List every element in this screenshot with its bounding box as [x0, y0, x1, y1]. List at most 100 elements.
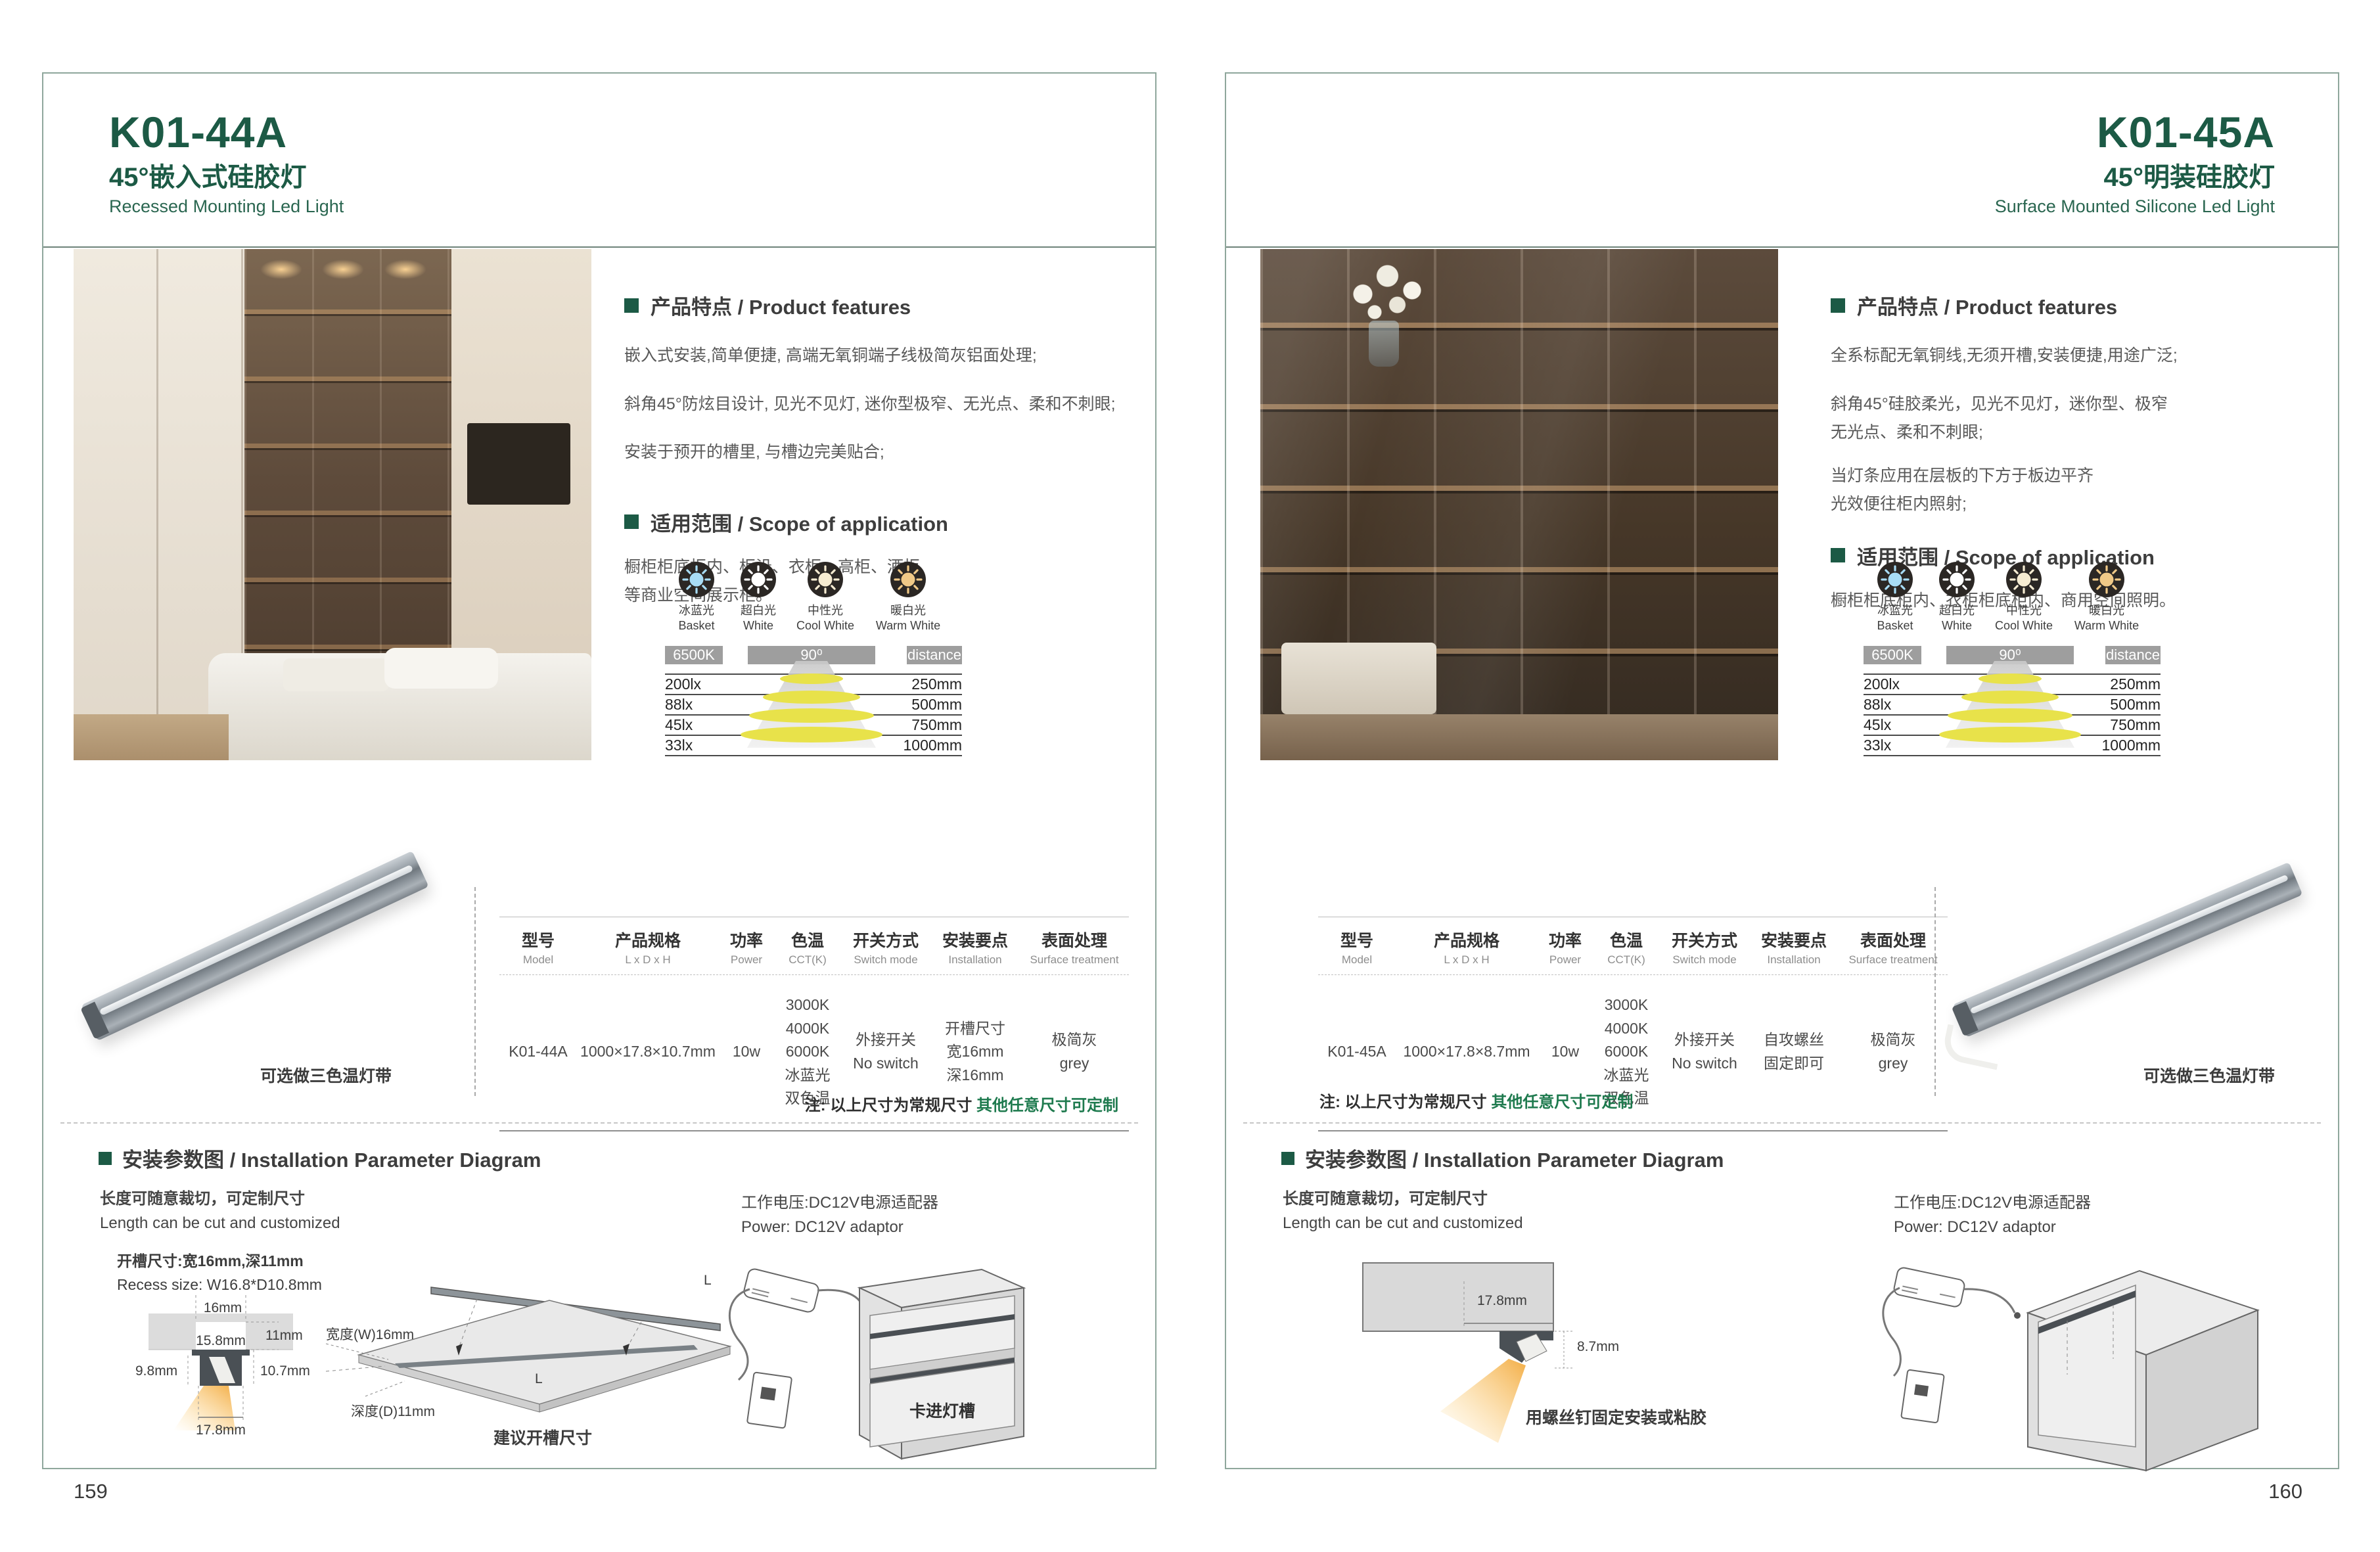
light-color-icons: 冰蓝光Basket 超白光White 中性光Cool White 暖白光Warm…: [1864, 561, 2161, 634]
product-title-cn: 45°明装硅胶灯: [1995, 163, 2275, 192]
fixing-caption: 用螺丝钉固定安装或粘胶: [1526, 1405, 1706, 1428]
cross-section-diagram: 16mm 11mm 15.8mm 9.8mm 10.7mm 17.8mm: [135, 1286, 326, 1453]
dashed-separator: [1243, 1122, 2321, 1124]
length-note: 长度可随意裁切，可定制尺寸 Length can be cut and cust…: [100, 1187, 340, 1235]
product-model: K01-45A: [1995, 110, 2275, 154]
header-divider: [43, 246, 1155, 248]
photo-tv: [467, 423, 571, 505]
profile-caption: 可选做三色温灯带: [260, 1063, 392, 1087]
cct-bar: 6500K: [665, 646, 723, 664]
product-title-block: K01-45A 45°明装硅胶灯 Surface Mounted Silicon…: [1995, 110, 2275, 217]
page-number-right: 160: [2268, 1480, 2302, 1503]
photometry-rows: 200lx250mm 88lx500mm 45lx750mm 33lx1000m…: [1864, 673, 2161, 756]
dashed-separator: [60, 1122, 1138, 1124]
sun-lamp-icon: [807, 561, 844, 598]
photo-bench: [1281, 643, 1436, 714]
beam-angle-bar: 90⁰: [1946, 646, 2074, 664]
features-heading-label: 产品特点 / Product features: [651, 290, 911, 320]
power-note: 工作电压:DC12V电源适配器 Power: DC12V adaptor: [1894, 1191, 2091, 1239]
light-option-ice-blue: 冰蓝光Basket: [1864, 561, 1927, 634]
features-heading-label: 产品特点 / Product features: [1857, 290, 2117, 320]
dim-groove-width: 16mm: [198, 1300, 248, 1316]
features-section: 产品特点 / Product features 嵌入式安装,简单便捷, 高端无氧…: [624, 290, 1143, 608]
cell-switch: 外接开关No switch: [841, 1028, 930, 1075]
spec-table-header: 型号Model 产品规格L x D x H 功率Power 色温CCT(K) 开…: [499, 917, 1129, 975]
green-square-bullet-icon: [624, 514, 639, 529]
photo-light-glow: [384, 260, 426, 279]
light-option-warm-white: 暖白光Warm White: [2061, 561, 2153, 634]
dim-profile-height: 8.7mm: [1577, 1339, 1619, 1355]
cell-install: 开槽尺寸宽16mm深16mm: [930, 1017, 1020, 1087]
page-number-left: 159: [74, 1480, 108, 1503]
photo-pillow: [384, 648, 498, 689]
photometry-header-bars: 6500K 90⁰ distance: [665, 646, 962, 664]
catalog-spread: K01-44A 45°嵌入式硅胶灯 Recessed Mounting Led …: [0, 0, 2380, 1552]
cct-bar: 6500K: [1864, 646, 1921, 664]
cell-install: 自攻螺丝固定即可: [1749, 1028, 1839, 1075]
light-option-label: 超白光White: [728, 603, 789, 634]
board-length-label-2: L: [535, 1371, 543, 1387]
sun-lamp-icon: [678, 561, 715, 598]
installation-heading: 安装参数图 / Installation Parameter Diagram: [99, 1143, 541, 1173]
light-option-label: 暖白光Warm White: [862, 603, 954, 634]
light-option-warm-white: 暖白光Warm White: [862, 561, 954, 634]
green-square-bullet-icon: [1831, 298, 1845, 313]
photometry-row: 200lx250mm: [665, 673, 962, 694]
cell-switch: 外接开关No switch: [1660, 1028, 1749, 1075]
cabinet-install-diagram: [1864, 1250, 2271, 1473]
feature-line: 全系标配无氧铜线,无须开槽,安装便捷,用途广泛;: [1831, 344, 2323, 369]
feature-line: 斜角45°防炫目设计, 见光不见灯, 迷你型极窄、无光点、柔和不刺眼;: [624, 392, 1143, 417]
photometry-block: 冰蓝光Basket 超白光White 中性光Cool White 暖白光Warm…: [665, 561, 962, 740]
light-option-cool-white: 中性光Cool White: [1987, 561, 2061, 634]
product-title-en: Surface Mounted Silicone Led Light: [1995, 197, 2275, 217]
cell-model: K01-45A: [1318, 1040, 1396, 1064]
dim-inner-width: 15.8mm: [193, 1333, 248, 1349]
scope-heading-label: 适用范围 / Scope of application: [651, 507, 948, 537]
photometry-row: 45lx750mm: [1864, 714, 2161, 735]
dim-profile-width: 17.8mm: [1477, 1293, 1527, 1309]
sun-lamp-icon: [1938, 561, 1975, 598]
photometry-rows: 200lx250mm 88lx500mm 45lx750mm 33lx1000m…: [665, 673, 962, 756]
custom-size-note: 注: 以上尺寸为常规尺寸 其他任意尺寸可定制: [1319, 1089, 1633, 1112]
beam-angle-bar: 90⁰: [748, 646, 875, 664]
light-option-cool-white: 中性光Cool White: [789, 561, 862, 634]
cell-surface: 极简灰grey: [1020, 1028, 1129, 1075]
sun-lamp-icon: [2088, 561, 2125, 598]
cabinet-drawing: [687, 1250, 1095, 1473]
feature-line: 光效便往柜内照射;: [1831, 492, 2323, 517]
cell-model: K01-44A: [499, 1040, 577, 1064]
light-color-icons: 冰蓝光Basket 超白光White 中性光Cool White 暖白光Warm…: [665, 561, 962, 634]
product-photo-closet: [1260, 249, 1778, 760]
aluminium-profile-image: [1940, 892, 2334, 1062]
light-option-label: 超白光White: [1927, 603, 1987, 634]
dashed-divider: [1934, 887, 1936, 1096]
light-option-label: 暖白光Warm White: [2061, 603, 2153, 634]
photo-light-glow: [260, 260, 302, 279]
photo-vase: [1369, 321, 1399, 367]
cell-power: 10w: [1538, 1040, 1593, 1064]
green-square-bullet-icon: [1281, 1152, 1294, 1165]
power-note: 工作电压:DC12V电源适配器 Power: DC12V adaptor: [741, 1191, 938, 1239]
board-depth-label: 深度(D)11mm: [351, 1401, 435, 1421]
sun-lamp-icon: [1877, 561, 1913, 598]
board-width-label: 宽度(W)16mm: [326, 1324, 414, 1344]
dim-profile-height-right: 10.7mm: [260, 1363, 310, 1379]
photometry-row: 33lx1000mm: [665, 735, 962, 755]
dim-groove-depth: 11mm: [265, 1328, 303, 1344]
surface-mount-diagram: 17.8mm 8.7mm 用螺丝钉固定安装或粘胶: [1360, 1255, 1781, 1511]
spec-table-header: 型号Model 产品规格L x D x H 功率Power 色温CCT(K) 开…: [1318, 917, 1948, 975]
light-option-ice-blue: 冰蓝光Basket: [665, 561, 728, 634]
header-divider: [1226, 246, 2338, 248]
sun-lamp-icon: [890, 561, 927, 598]
aluminium-profile-image: [70, 892, 464, 1062]
photometry-row: 88lx500mm: [1864, 694, 2161, 714]
cell-surface: 极简灰grey: [1839, 1028, 1948, 1075]
features-heading: 产品特点 / Product features: [624, 290, 1143, 320]
photometry-row: 200lx250mm: [1864, 673, 2161, 694]
installation-heading-label: 安装参数图 / Installation Parameter Diagram: [122, 1143, 541, 1173]
cabinet-install-diagram: 卡进灯槽: [687, 1250, 1095, 1473]
feature-line: 斜角45°硅胶柔光，见光不见灯，迷你型、极窄: [1831, 392, 2323, 417]
light-option-white: 超白光White: [728, 561, 789, 634]
page-k01-44a: K01-44A 45°嵌入式硅胶灯 Recessed Mounting Led …: [42, 72, 1156, 1469]
product-model: K01-44A: [109, 110, 344, 154]
